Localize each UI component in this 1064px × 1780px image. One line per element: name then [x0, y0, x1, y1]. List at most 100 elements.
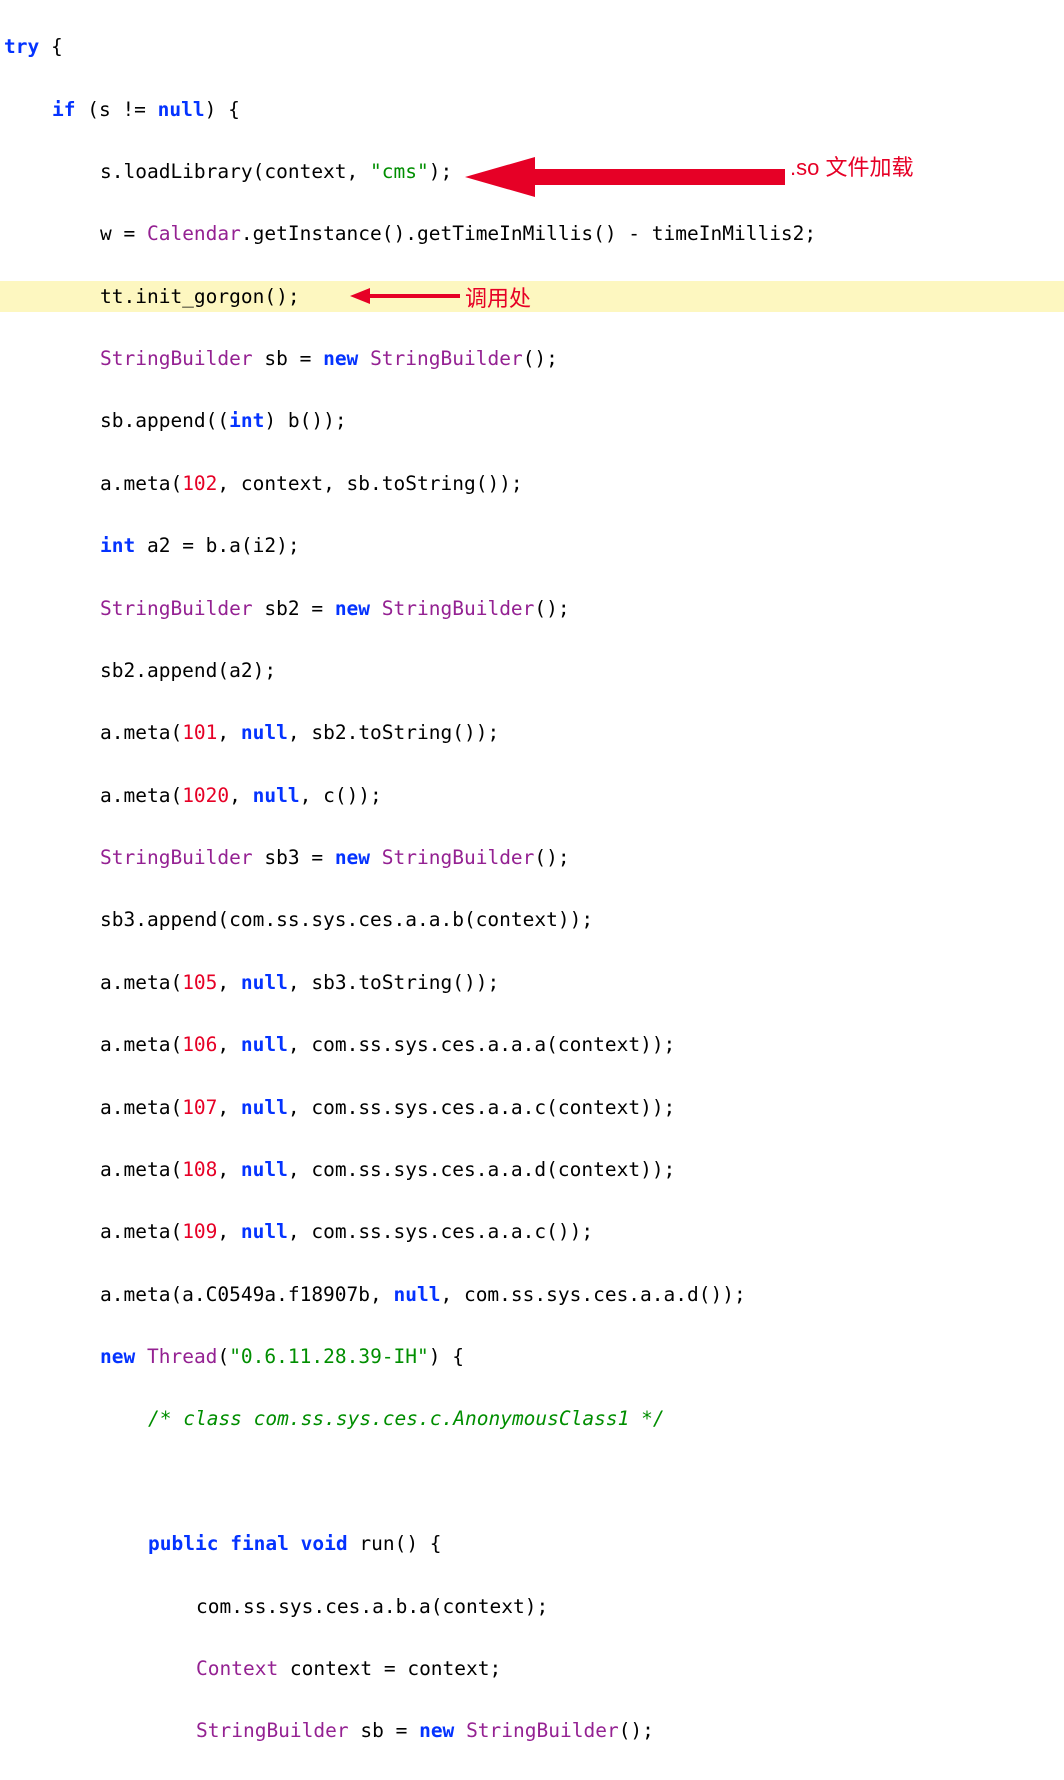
code-line: sb.append((int) b());: [0, 405, 1064, 436]
code-text: , sb2.toString());: [288, 721, 499, 744]
code-line: public final void run() {: [0, 1528, 1064, 1559]
arrow-icon: [350, 285, 460, 307]
code-text: a.meta(: [100, 784, 182, 807]
code-text: sb =: [349, 1719, 419, 1742]
keyword-null: null: [241, 721, 288, 744]
keyword-new: new: [100, 1345, 135, 1368]
code-line: /* class com.ss.sys.ces.c.AnonymousClass…: [0, 1403, 1064, 1434]
string-literal: "cms": [370, 160, 429, 183]
code-text: ,: [217, 1033, 240, 1056]
number-literal: 105: [182, 971, 217, 994]
code-text: [370, 846, 382, 869]
code-text: [135, 1345, 147, 1368]
code-line: try {: [0, 31, 1064, 62]
code-line: StringBuilder sb3 = new StringBuilder();: [0, 842, 1064, 873]
number-literal: 106: [182, 1033, 217, 1056]
class-stringbuilder: StringBuilder: [100, 597, 253, 620]
code-text: run() {: [348, 1532, 442, 1555]
number-literal: 1020: [182, 784, 229, 807]
code-text: , sb3.toString());: [288, 971, 499, 994]
code-text: ,: [229, 784, 252, 807]
code-text: ) {: [429, 1345, 464, 1368]
number-literal: 101: [182, 721, 217, 744]
code-text: sb2.append(a2);: [100, 659, 276, 682]
code-text: a.meta(: [100, 1033, 182, 1056]
code-line-init-gorgon: tt.init_gorgon();调用处: [0, 281, 1064, 312]
code-text: [358, 347, 370, 370]
keyword-void: void: [301, 1532, 348, 1555]
code-text: , c());: [300, 784, 382, 807]
annotation-so-file-load: .so 文件加载: [790, 150, 913, 185]
code-line: sb3.append(com.ss.sys.ces.a.a.b(context)…: [0, 904, 1064, 935]
code-text: s.loadLibrary(context,: [100, 160, 370, 183]
keyword-null: null: [253, 784, 300, 807]
code-text: sb.append((: [100, 409, 229, 432]
code-text: ();: [523, 347, 558, 370]
code-line: w = Calendar.getInstance().getTimeInMill…: [0, 218, 1064, 249]
code-line: new Thread("0.6.11.28.39-IH") {: [0, 1341, 1064, 1372]
code-line: StringBuilder sb = new StringBuilder();: [0, 343, 1064, 374]
code-text: ();: [534, 846, 569, 869]
code-text: a.meta(: [100, 971, 182, 994]
keyword-null: null: [241, 1220, 288, 1243]
keyword-null: null: [241, 1096, 288, 1119]
keyword-null: null: [394, 1283, 441, 1306]
keyword-try: try: [4, 35, 39, 58]
class-stringbuilder: StringBuilder: [196, 1719, 349, 1742]
keyword-null: null: [158, 98, 205, 121]
keyword-int: int: [100, 534, 135, 557]
code-line: a.meta(102, context, sb.toString());: [0, 468, 1064, 499]
code-text: (: [217, 1345, 229, 1368]
arrow-icon: [465, 152, 785, 202]
class-context: Context: [196, 1657, 278, 1680]
keyword-int: int: [229, 409, 264, 432]
code-line: a.meta(101, null, sb2.toString());: [0, 717, 1064, 748]
number-literal: 107: [182, 1096, 217, 1119]
code-text: tt.init_gorgon();: [100, 285, 300, 308]
keyword-if: if: [52, 98, 75, 121]
comment: /* class com.ss.sys.ces.c.AnonymousClass…: [148, 1407, 665, 1430]
code-text: a.meta(: [100, 1220, 182, 1243]
code-line-blank: [0, 1466, 1064, 1497]
class-calendar: Calendar: [147, 222, 241, 245]
class-stringbuilder: StringBuilder: [100, 846, 253, 869]
code-text: {: [39, 35, 62, 58]
code-text: a2 = b.a(i2);: [135, 534, 299, 557]
code-text: ,: [217, 1158, 240, 1181]
code-line: Context context = context;: [0, 1653, 1064, 1684]
class-stringbuilder: StringBuilder: [466, 1719, 619, 1742]
code-line: com.ss.sys.ces.a.b.a(context);: [0, 1591, 1064, 1622]
code-text: sb =: [253, 347, 323, 370]
code-text: w =: [100, 222, 147, 245]
code-text: ();: [534, 597, 569, 620]
code-text: ,: [217, 1096, 240, 1119]
code-text: ) b());: [264, 409, 346, 432]
code-text: , com.ss.sys.ces.a.a.c());: [288, 1220, 593, 1243]
keyword-public: public: [148, 1532, 218, 1555]
code-line-loadlibrary: s.loadLibrary(context, "cms");.so 文件加载: [0, 156, 1064, 187]
code-text: sb2 =: [253, 597, 335, 620]
code-text: sb3.append(com.ss.sys.ces.a.a.b(context)…: [100, 908, 593, 931]
keyword-final: final: [230, 1532, 289, 1555]
code-text: [218, 1532, 230, 1555]
code-line: StringBuilder sb = new StringBuilder();: [0, 1715, 1064, 1746]
code-text: ,: [217, 721, 240, 744]
keyword-new: new: [323, 347, 358, 370]
code-line: a.meta(106, null, com.ss.sys.ces.a.a.a(c…: [0, 1029, 1064, 1060]
code-line: a.meta(109, null, com.ss.sys.ces.a.a.c()…: [0, 1216, 1064, 1247]
code-text: ,: [217, 1220, 240, 1243]
code-line: a.meta(1020, null, c());: [0, 780, 1064, 811]
code-text: .getInstance().getTimeInMillis() - timeI…: [241, 222, 816, 245]
code-text: [370, 597, 382, 620]
keyword-new: new: [335, 597, 370, 620]
code-text: a.meta(: [100, 1096, 182, 1119]
code-text: , com.ss.sys.ces.a.a.a(context));: [288, 1033, 675, 1056]
code-line: StringBuilder sb2 = new StringBuilder();: [0, 593, 1064, 624]
code-text: , com.ss.sys.ces.a.a.d());: [440, 1283, 745, 1306]
class-stringbuilder: StringBuilder: [382, 597, 535, 620]
code-line: a.meta(107, null, com.ss.sys.ces.a.a.c(c…: [0, 1092, 1064, 1123]
annotation-call-site: 调用处: [465, 281, 531, 316]
code-text: [289, 1532, 301, 1555]
code-block: try { if (s != null) { s.loadLibrary(con…: [0, 0, 1064, 1780]
code-line: a.meta(108, null, com.ss.sys.ces.a.a.d(c…: [0, 1154, 1064, 1185]
